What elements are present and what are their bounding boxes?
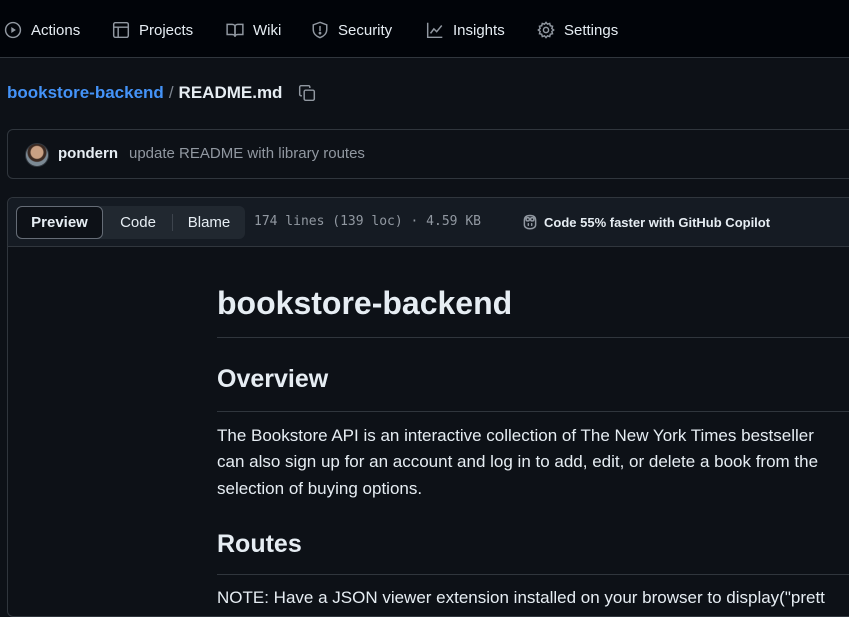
file-stats: 174 lines (139 loc) · 4.59 KB (254, 214, 481, 229)
copy-path-button[interactable] (296, 82, 318, 104)
routes-note: NOTE: Have a JSON viewer extension insta… (217, 588, 825, 607)
nav-item-settings[interactable]: Settings (537, 16, 618, 44)
breadcrumb-separator: / (168, 83, 174, 102)
shield-icon (311, 21, 338, 39)
breadcrumb-file-name: README.md (178, 83, 283, 102)
table-icon (112, 21, 139, 39)
routes-divider (217, 574, 849, 575)
nav-item-actions[interactable]: Actions (4, 16, 80, 44)
tab-preview[interactable]: Preview (16, 206, 103, 239)
graph-icon (426, 21, 453, 39)
view-mode-toggle: Preview Code Blame (16, 206, 245, 239)
copy-icon (299, 84, 316, 102)
overview-paragraph-line: can also sign up for an account and log … (217, 452, 819, 471)
copilot-icon (523, 214, 537, 230)
commit-author-link[interactable]: pondern (58, 145, 118, 162)
nav-item-projects[interactable]: Projects (112, 16, 193, 44)
breadcrumb: bookstore-backend / README.md (7, 80, 318, 106)
nav-item-security[interactable]: Security (311, 16, 392, 44)
breadcrumb-repo-link[interactable]: bookstore-backend (7, 83, 164, 103)
file-header: Preview Code Blame 174 lines (139 loc) ·… (8, 198, 849, 247)
file-view: Preview Code Blame 174 lines (139 loc) ·… (7, 197, 849, 617)
latest-commit-box: pondern update README with library route… (7, 129, 849, 179)
play-circle-icon (4, 21, 31, 39)
gear-icon (537, 21, 564, 39)
nav-item-wiki[interactable]: Wiki (226, 16, 281, 44)
nav-label: Security (338, 21, 393, 39)
readme-title: bookstore-backend (217, 285, 513, 321)
nav-label: Settings (564, 21, 619, 39)
nav-label: Actions (31, 21, 81, 39)
tab-code[interactable]: Code (104, 206, 172, 239)
nav-label: Insights (453, 21, 505, 39)
overview-heading: Overview (217, 365, 329, 393)
title-divider (217, 337, 849, 338)
overview-divider (217, 411, 849, 412)
routes-heading: Routes (217, 530, 302, 558)
nav-label: Projects (139, 21, 194, 39)
copilot-promo-link[interactable]: Code 55% faster with GitHub Copilot (521, 213, 770, 231)
overview-paragraph-line: The Bookstore API is an interactive coll… (217, 426, 814, 445)
tab-blame[interactable]: Blame (173, 206, 245, 239)
avatar[interactable] (25, 143, 49, 167)
book-icon (226, 21, 253, 39)
overview-paragraph-line: selection of buying options. (217, 479, 423, 498)
commit-message-link[interactable]: update README with library routes (129, 145, 365, 162)
copilot-promo-label: Code 55% faster with GitHub Copilot (544, 214, 771, 230)
nav-label: Wiki (253, 21, 282, 39)
nav-item-insights[interactable]: Insights (426, 16, 505, 44)
repo-nav: Actions Projects Wiki Security Insights … (0, 0, 849, 58)
